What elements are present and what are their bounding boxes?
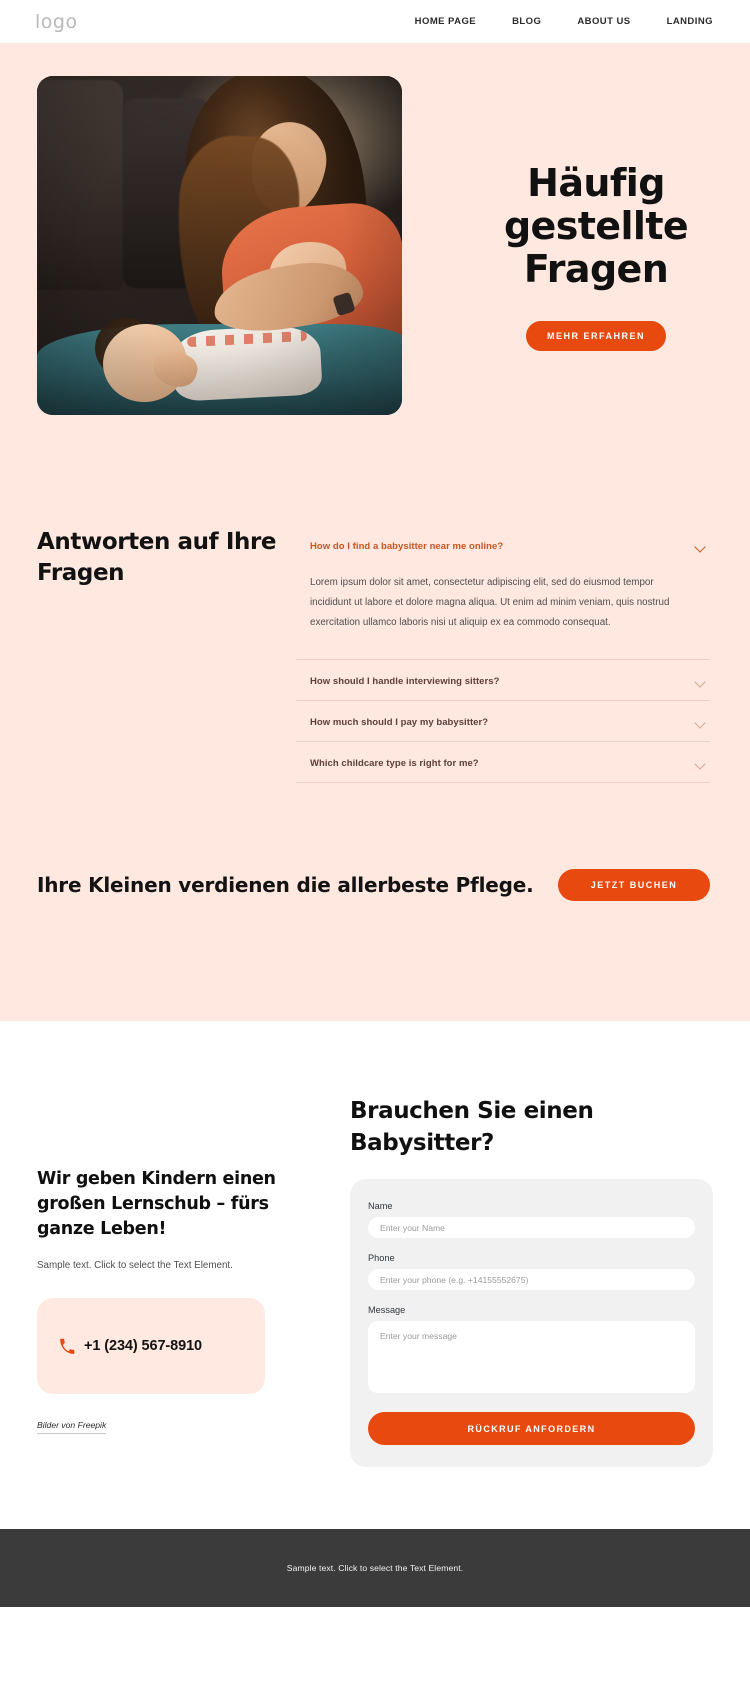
faq-question-4: Which childcare type is right for me? xyxy=(310,758,479,769)
faq-heading: Antworten auf Ihre Fragen xyxy=(37,529,277,586)
form-title: Brauchen Sie einen Babysitter? xyxy=(350,1098,594,1156)
nav-item-blog[interactable]: BLOG xyxy=(512,16,541,27)
cta-section: Ihre Kleinen verdienen die allerbeste Pf… xyxy=(0,783,750,1021)
faq-answer-1: Lorem ipsum dolor sit amet, consectetur … xyxy=(310,577,670,628)
learn-more-button[interactable]: MEHR ERFAHREN xyxy=(526,321,666,351)
faq-item-4: Which childcare type is right for me? xyxy=(296,742,710,783)
hero-image xyxy=(37,76,402,415)
footer-text: Sample text. Click to select the Text El… xyxy=(286,1563,464,1573)
phone-number: +1 (234) 567-8910 xyxy=(84,1338,203,1354)
phone-card[interactable]: +1 (234) 567-8910 xyxy=(37,1298,265,1394)
chevron-down-icon[interactable] xyxy=(695,719,706,726)
faq-question-row-2[interactable]: How should I handle interviewing sitters… xyxy=(296,660,710,700)
contact-heading: Wir geben Kindern einen großen Lernschub… xyxy=(37,1169,276,1239)
nav-item-landing[interactable]: LANDING xyxy=(667,16,713,27)
peach-section: Häufig gestellte Fragen MEHR ERFAHREN An… xyxy=(0,43,750,1021)
contact-form: Name Phone Message RÜCKRUF ANFORDERN xyxy=(350,1179,713,1467)
hero-photo-illustration xyxy=(37,76,402,415)
site-header: logo HOME PAGE BLOG ABOUT US LANDING xyxy=(0,0,750,43)
message-input[interactable] xyxy=(368,1321,695,1393)
nav-item-about-us[interactable]: ABOUT US xyxy=(577,16,630,27)
nav-item-home-page[interactable]: HOME PAGE xyxy=(415,16,476,27)
request-callback-button[interactable]: RÜCKRUF ANFORDERN xyxy=(368,1412,695,1445)
contact-info: Wir geben Kindern einen großen Lernschub… xyxy=(37,1095,311,1434)
faq-item-2: How should I handle interviewing sitters… xyxy=(296,660,710,701)
chevron-down-icon[interactable] xyxy=(695,760,706,767)
faq-section: Antworten auf Ihre Fragen How do I find … xyxy=(0,415,750,783)
hero-section: Häufig gestellte Fragen MEHR ERFAHREN xyxy=(0,43,750,415)
phone-input[interactable] xyxy=(368,1269,695,1290)
hero-content: Häufig gestellte Fragen MEHR ERFAHREN xyxy=(402,76,750,351)
chevron-down-icon[interactable] xyxy=(695,543,706,550)
chevron-down-icon[interactable] xyxy=(695,678,706,685)
message-label: Message xyxy=(368,1305,406,1315)
faq-question-1: How do I find a babysitter near me onlin… xyxy=(310,541,504,552)
faq-accordion: How do I find a babysitter near me onlin… xyxy=(287,525,710,783)
faq-question-3: How much should I pay my babysitter? xyxy=(310,717,489,728)
faq-question-row-4[interactable]: Which childcare type is right for me? xyxy=(296,742,710,782)
site-logo[interactable]: logo xyxy=(35,11,78,33)
faq-item-1: How do I find a babysitter near me onlin… xyxy=(296,525,710,660)
cta-title: Ihre Kleinen verdienen die allerbeste Pf… xyxy=(37,872,534,897)
photo-vignette xyxy=(37,76,402,415)
faq-question-row-1[interactable]: How do I find a babysitter near me onlin… xyxy=(296,525,710,565)
name-input[interactable] xyxy=(368,1217,695,1238)
main-navigation: HOME PAGE BLOG ABOUT US LANDING xyxy=(415,16,713,27)
site-footer: Sample text. Click to select the Text El… xyxy=(0,1529,750,1607)
image-credit[interactable]: Bilder von Freepik xyxy=(37,1420,107,1434)
contact-form-area: Brauchen Sie einen Babysitter? Name Phon… xyxy=(311,1095,713,1467)
name-label: Name xyxy=(368,1201,393,1211)
faq-item-3: How much should I pay my babysitter? xyxy=(296,701,710,742)
contact-subtext: Sample text. Click to select the Text El… xyxy=(37,1260,233,1271)
hero-title: Häufig gestellte Fragen xyxy=(503,161,689,291)
book-now-button[interactable]: JETZT BUCHEN xyxy=(558,869,710,901)
faq-question-2: How should I handle interviewing sitters… xyxy=(310,676,500,687)
contact-section: Wir geben Kindern einen großen Lernschub… xyxy=(0,1021,750,1529)
phone-icon xyxy=(59,1338,75,1354)
page-root: logo HOME PAGE BLOG ABOUT US LANDING Häu… xyxy=(0,0,750,1607)
faq-question-row-3[interactable]: How much should I pay my babysitter? xyxy=(296,701,710,741)
phone-label: Phone xyxy=(368,1253,395,1263)
